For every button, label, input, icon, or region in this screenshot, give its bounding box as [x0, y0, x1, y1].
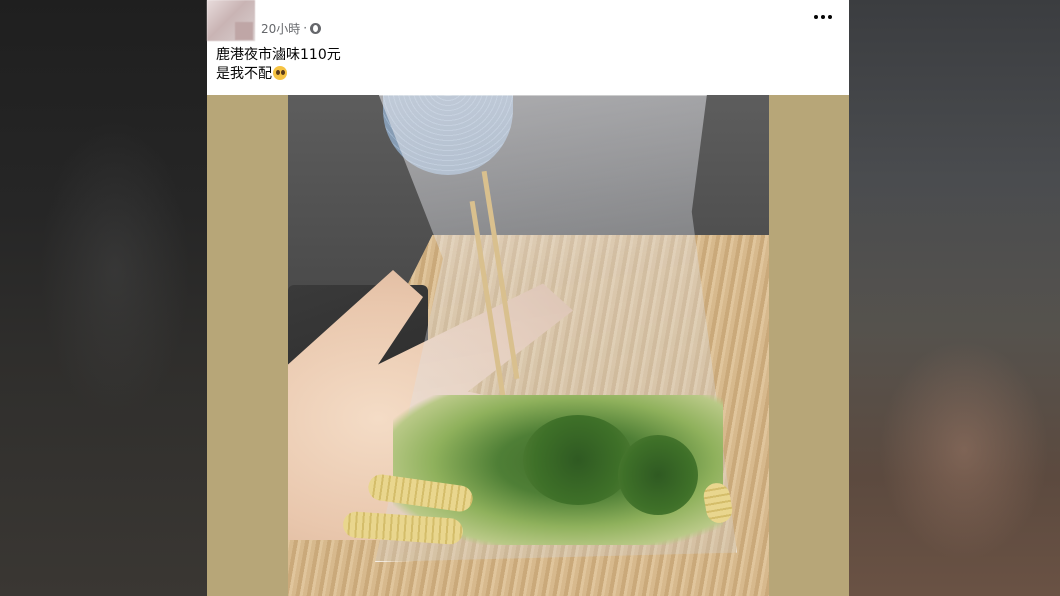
more-options-button[interactable]: [811, 8, 835, 26]
more-dot-icon: [828, 15, 832, 19]
post-header: 20小時 · 鹿港夜市滷味110元 是我不配: [207, 0, 849, 95]
post-meta: 20小時 ·: [261, 20, 322, 37]
blurred-background-left: [0, 0, 207, 596]
more-dot-icon: [814, 15, 818, 19]
more-dot-icon: [821, 15, 825, 19]
photo-broccoli: [618, 435, 698, 515]
globe-icon[interactable]: [310, 22, 322, 34]
post-photo[interactable]: [288, 95, 769, 596]
post-text-line-2: 是我不配: [216, 65, 341, 84]
post-text-line-1: 鹿港夜市滷味110元: [216, 47, 341, 63]
post-text-line-2-text: 是我不配: [216, 66, 272, 82]
worried-face-icon: [273, 66, 287, 80]
avatar[interactable]: [207, 0, 255, 41]
facebook-post: 20小時 · 鹿港夜市滷味110元 是我不配: [207, 0, 849, 596]
photo-broccoli: [523, 415, 633, 505]
meta-separator: ·: [303, 21, 308, 35]
blurred-background-right: [849, 0, 1060, 596]
post-timestamp[interactable]: 20小時: [261, 20, 300, 37]
post-text: 鹿港夜市滷味110元 是我不配: [216, 46, 341, 84]
